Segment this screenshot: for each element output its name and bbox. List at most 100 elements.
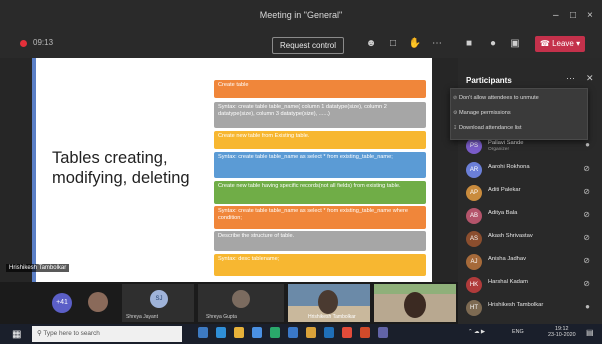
teams-icon[interactable] — [378, 327, 388, 338]
share-icon[interactable]: ▣ — [508, 36, 522, 52]
camera-icon[interactable]: ■ — [462, 36, 476, 52]
participant-name: Anisha Jadhav — [488, 256, 527, 262]
participant-name: Pallavi Sande — [488, 140, 524, 146]
presenter-name-tag: Hrishikesh Tambolkar — [6, 264, 70, 272]
mic-off-icon: ⊘ — [583, 210, 590, 219]
avatar — [88, 292, 108, 312]
powerpoint-icon[interactable] — [360, 327, 370, 338]
slide-title-line-2: modifying, deleting — [52, 169, 190, 187]
mail-icon[interactable] — [288, 327, 298, 338]
slide-box-3: Create new table from Existing table. — [214, 131, 426, 149]
maximize-button[interactable]: □ — [570, 10, 576, 21]
participant-row[interactable]: HT Hrishikesh Tambolkar ● — [462, 298, 598, 318]
slide-box-2: Syntax: create table table_name( column … — [214, 102, 426, 128]
notification-icon[interactable]: ▤ — [586, 328, 594, 337]
avatar: HK — [466, 277, 482, 293]
participant-video-tile[interactable] — [374, 284, 456, 322]
participant-row[interactable]: AJ Anisha Jadhav ⊘ — [462, 252, 598, 272]
mic-off-icon: ⊘ — [583, 279, 590, 288]
slide-accent-bar — [32, 58, 36, 282]
clock-date: 23-10-2020 — [548, 332, 576, 338]
avatar: AS — [466, 231, 482, 247]
search-placeholder: Type here to search — [43, 330, 100, 337]
more-participants-count[interactable]: +41 — [52, 293, 72, 313]
mic-off-icon: ⊘ — [453, 95, 458, 101]
participant-row[interactable]: AR Aarohi Rokhona ⊘ — [462, 160, 598, 180]
windows-start-icon[interactable]: ▦ — [12, 329, 21, 340]
meeting-timer: 09:13 — [33, 38, 54, 47]
participant-name: Aditi Palekar — [488, 187, 521, 193]
mic-off-icon: ⊘ — [583, 187, 590, 196]
chat-icon[interactable]: □ — [386, 36, 400, 52]
more-icon[interactable]: ⋯ — [430, 36, 444, 52]
participant-name: Aarohi Rokhona — [488, 164, 530, 170]
menu-item-manage-permissions[interactable]: ⚙ Manage permissions — [453, 110, 511, 116]
tile-name: Hrishikesh Tambolkar — [308, 314, 356, 320]
tile-name: Shreya Jayant — [126, 314, 158, 320]
download-icon: ↧ — [453, 125, 458, 131]
participant-row[interactable]: AS Akash Shrivastav ⊘ — [462, 229, 598, 249]
panel-close-icon[interactable]: ✕ — [586, 73, 594, 84]
participant-name: Harshal Kadam — [488, 279, 528, 285]
mic-icon[interactable]: ● — [486, 36, 500, 52]
participant-role: Organizer — [488, 147, 510, 152]
avatar: SJ — [150, 290, 168, 308]
menu-item-download-attendance[interactable]: ↧ Download attendance list — [453, 125, 522, 131]
app-icon[interactable] — [306, 327, 316, 338]
slide-box-1: Create table — [214, 80, 426, 98]
mic-icon: ● — [585, 140, 590, 149]
settings-icon: ⚙ — [453, 110, 458, 116]
word-icon[interactable] — [324, 327, 334, 338]
participant-row[interactable]: AB Aditya Bala ⊘ — [462, 206, 598, 226]
participants-title: Participants — [466, 76, 512, 85]
clock[interactable]: 19:12 23-10-2020 — [548, 326, 576, 338]
avatar: AJ — [466, 254, 482, 270]
tile-name: Shreya Gupta — [206, 314, 237, 320]
participant-tile[interactable]: Shreya Gupta — [198, 284, 284, 322]
edge-icon[interactable] — [216, 327, 226, 338]
participants-options-menu: ⊘ Don't allow attendees to unmute ⚙ Manage… — [450, 88, 588, 140]
avatar: AB — [466, 208, 482, 224]
close-window-button[interactable]: × — [587, 10, 593, 21]
leave-button[interactable]: ☎ Leave ▾ — [535, 36, 585, 52]
avatar: PS — [466, 138, 482, 154]
slide-box-5: Create new table having specific records… — [214, 181, 426, 204]
avatar: HT — [466, 300, 482, 316]
slide-box-6: Syntax: create table table_name as selec… — [214, 206, 426, 229]
search-icon: ⚲ — [37, 330, 42, 337]
participant-row[interactable]: AP Aditi Palekar ⊘ — [462, 183, 598, 203]
taskbar-search-input[interactable]: ⚲ Type here to search — [32, 326, 182, 342]
store-icon[interactable] — [252, 327, 262, 338]
participant-tile[interactable]: SJ Shreya Jayant — [122, 284, 194, 322]
slide-box-7: Describe the structure of table. — [214, 231, 426, 251]
raise-hand-icon[interactable]: ✋ — [408, 36, 422, 52]
mic-off-icon: ⊘ — [583, 256, 590, 265]
person-silhouette — [404, 292, 426, 318]
slide-title-line-1: Tables creating, — [52, 149, 168, 167]
app-icon[interactable] — [270, 327, 280, 338]
menu-item-dont-allow-unmute[interactable]: ⊘ Don't allow attendees to unmute — [453, 95, 539, 101]
people-icon[interactable]: ☻ — [364, 36, 378, 52]
tray-icons[interactable]: ⌃ ☁ ▶ — [468, 329, 485, 335]
participant-video-tile[interactable]: Hrishikesh Tambolkar — [288, 284, 370, 322]
avatar: AR — [466, 162, 482, 178]
slide-box-4: Syntax: create table table_name as selec… — [214, 152, 426, 178]
task-view-icon[interactable] — [198, 327, 208, 338]
mic-off-icon: ⊘ — [583, 164, 590, 173]
participant-name: Hrishikesh Tambolkar — [488, 302, 544, 308]
slide-box-8: Syntax: desc tablename; — [214, 254, 426, 276]
file-explorer-icon[interactable] — [234, 327, 244, 338]
person-silhouette — [318, 290, 338, 314]
chrome-icon[interactable] — [342, 327, 352, 338]
request-control-button[interactable]: Request control — [272, 37, 344, 54]
avatar — [232, 290, 250, 308]
window-title: Meeting in "General" — [259, 10, 343, 20]
panel-more-icon[interactable]: ⋯ — [566, 73, 575, 84]
recording-icon — [20, 40, 27, 47]
language-indicator[interactable]: ENG — [512, 329, 524, 335]
participant-row[interactable]: HK Harshal Kadam ⊘ — [462, 275, 598, 295]
mic-off-icon: ⊘ — [583, 233, 590, 242]
participant-name: Aditya Bala — [488, 210, 518, 216]
minimize-button[interactable]: – — [553, 10, 559, 21]
slide-title: Tables creating, modifying, deleting — [52, 148, 212, 188]
